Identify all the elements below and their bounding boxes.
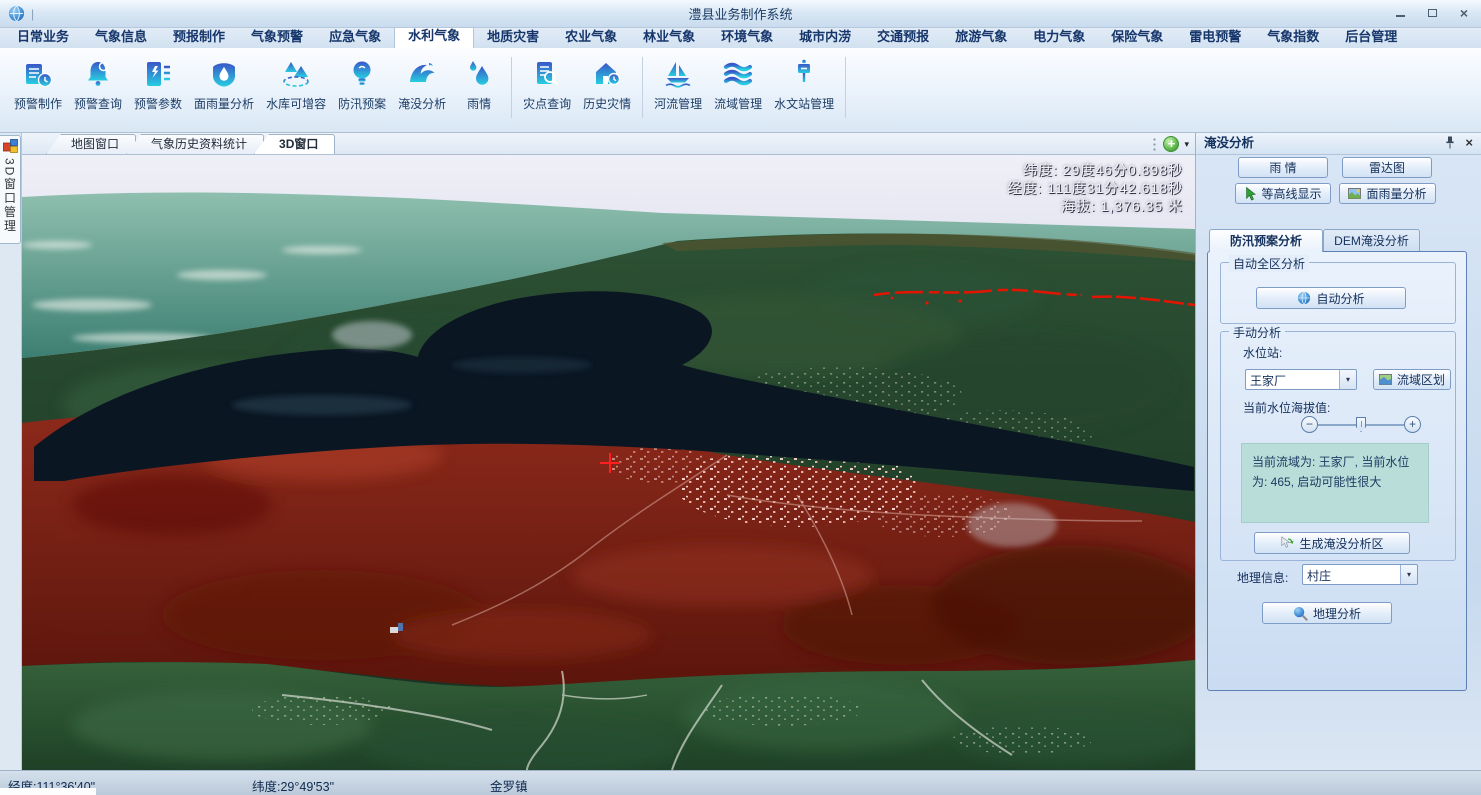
area-rainfall-panel-button[interactable]: 面雨量分析 xyxy=(1339,183,1436,204)
tab-flood-plan-analysis[interactable]: 防汛预案分析 xyxy=(1209,229,1323,252)
3d-window-manager-tab[interactable]: 3D窗口管理 xyxy=(0,135,21,244)
slider-thumb[interactable] xyxy=(1356,417,1366,432)
ribbon-disaster-point-query-button[interactable]: 灾点查询 xyxy=(517,55,577,115)
tabbar-grip-handle[interactable] xyxy=(1152,137,1158,152)
area-rainfall-icon xyxy=(208,58,240,90)
water-level-slider: − + xyxy=(1301,416,1421,433)
picture-icon xyxy=(1348,188,1361,199)
river-management-icon xyxy=(662,58,694,90)
ribbon-warning-create-button[interactable]: 预警制作 xyxy=(8,55,68,115)
station-select[interactable]: 王家厂 ▾ xyxy=(1245,369,1357,390)
tab-dem-submerge-analysis[interactable]: DEM淹没分析 xyxy=(1323,229,1420,252)
chevron-down-icon[interactable]: ▾ xyxy=(1400,565,1417,584)
ribbon-warning-query-button[interactable]: 预警查询 xyxy=(68,55,128,115)
add-tab-button[interactable]: + xyxy=(1163,136,1179,152)
statusbar: 经度:111°36'40" 纬度:29°49'53" 金罗镇 xyxy=(0,770,1481,795)
contour-display-button[interactable]: 等高线显示 xyxy=(1235,183,1331,204)
ribbon-submerge-analysis-button[interactable]: 淹没分析 xyxy=(392,55,452,115)
ribbon-area-rainfall-button[interactable]: 面雨量分析 xyxy=(188,55,260,115)
ribbon-group-separator xyxy=(845,57,846,118)
basin-management-icon xyxy=(722,58,754,90)
maximize-icon xyxy=(1428,9,1437,17)
submerge-analysis-panel: 淹没分析 × 雨 情 雷达图 等高线显示 面雨量分析 防汛预案分析 DEM淹没分… xyxy=(1195,133,1481,770)
latitude-readout: 纬度: 29度46分0.898秒 xyxy=(1008,162,1183,180)
panel-close-button[interactable]: × xyxy=(1465,136,1473,149)
ribbon-basin-management-button[interactable]: 流域管理 xyxy=(708,55,768,115)
ribbon-group-separator xyxy=(642,57,643,118)
3d-window-manager-label: 3D窗口管理 xyxy=(2,158,19,233)
window-maximize-button[interactable] xyxy=(1425,6,1439,20)
window-layers-icon xyxy=(3,139,18,153)
historical-disasters-icon xyxy=(591,58,623,90)
submerge-analysis-icon xyxy=(406,58,438,90)
window-minimize-button[interactable] xyxy=(1393,6,1407,20)
magnifier-sphere-icon xyxy=(1293,606,1308,621)
app-globe-icon xyxy=(8,5,25,22)
ribbon-hydrostation-management-button[interactable]: 水文站管理 xyxy=(768,55,840,115)
tab-map-window[interactable]: 地图窗口 xyxy=(46,134,136,154)
generate-submerge-area-button[interactable]: 生成淹没分析区 xyxy=(1254,532,1410,554)
panel-title: 淹没分析 xyxy=(1196,133,1481,155)
ribbon-historical-disasters-button[interactable]: 历史灾情 xyxy=(577,55,637,115)
rain-condition-icon xyxy=(463,58,495,90)
geo-info-select[interactable]: 村庄 ▾ xyxy=(1302,564,1418,585)
warning-query-icon xyxy=(82,58,114,90)
basin-zoning-button[interactable]: 流域区划 xyxy=(1373,369,1451,390)
analysis-result-text: 当前流域为: 王家厂, 当前水位为: 465, 启动可能性很大 xyxy=(1241,443,1429,523)
reservoir-capacity-icon xyxy=(280,58,312,90)
station-label: 水位站: xyxy=(1243,344,1282,361)
3d-terrain-render xyxy=(22,155,1195,770)
pointer-action-icon xyxy=(1280,536,1294,550)
coordinate-readout: 纬度: 29度46分0.898秒 经度: 111度31分42.618秒 海拔: … xyxy=(1008,162,1183,216)
status-town: 金罗镇 xyxy=(490,776,528,795)
ribbon-river-management-button[interactable]: 河流管理 xyxy=(648,55,708,115)
disaster-point-query-icon xyxy=(531,58,563,90)
ribbon-warning-params-button[interactable]: 预警参数 xyxy=(128,55,188,115)
radar-chart-button[interactable]: 雷达图 xyxy=(1342,157,1432,178)
globe-icon xyxy=(1297,291,1311,305)
geo-info-label: 地理信息: xyxy=(1237,569,1288,586)
document-area: 地图窗口 气象历史资料统计 3D窗口 + ▾ xyxy=(22,133,1195,770)
ribbon-toolbar: 预警制作 预警查询 预警参数 面雨量分析 水库可增容 防汛预案 淹没分析 雨情 … xyxy=(0,48,1481,133)
document-tab-bar: 地图窗口 气象历史资料统计 3D窗口 + ▾ xyxy=(22,133,1195,155)
window-title: 澧县业务制作系统 xyxy=(688,4,792,23)
slider-decrease-button[interactable]: − xyxy=(1301,416,1318,433)
auto-analyze-button[interactable]: 自动分析 xyxy=(1256,287,1406,309)
warning-params-icon xyxy=(142,58,174,90)
3d-terrain-viewport[interactable]: 纬度: 29度46分0.898秒 经度: 111度31分42.618秒 海拔: … xyxy=(22,155,1195,770)
window-close-button[interactable]: × xyxy=(1457,6,1471,20)
elevation-readout: 海拔: 1,376.35 米 xyxy=(1008,198,1183,216)
tab-list-dropdown-icon[interactable]: ▾ xyxy=(1184,139,1189,150)
titlebar-separator: | xyxy=(31,7,34,21)
pin-icon[interactable] xyxy=(1445,136,1455,149)
water-level-label: 当前水位海拔值: xyxy=(1243,399,1330,416)
rain-condition-panel-button[interactable]: 雨 情 xyxy=(1238,157,1328,178)
tab-3d-window[interactable]: 3D窗口 xyxy=(254,134,335,154)
bottom-corner-strip xyxy=(0,788,96,795)
titlebar: | 澧县业务制作系统 × xyxy=(0,0,1481,28)
status-latitude: 纬度:29°49'53" xyxy=(252,776,334,795)
ribbon-rain-condition-button[interactable]: 雨情 xyxy=(452,55,506,115)
ribbon-flood-plan-button[interactable]: 防汛预案 xyxy=(332,55,392,115)
ribbon-reservoir-capacity-button[interactable]: 水库可增容 xyxy=(260,55,332,115)
minimize-icon xyxy=(1396,15,1405,17)
flood-plan-icon xyxy=(346,58,378,90)
cursor-arrow-icon xyxy=(1244,187,1256,201)
longitude-readout: 经度: 111度31分42.618秒 xyxy=(1008,180,1183,198)
chevron-down-icon[interactable]: ▾ xyxy=(1339,370,1356,389)
geo-analysis-button[interactable]: 地理分析 xyxy=(1262,602,1392,624)
ribbon-group-separator xyxy=(511,57,512,118)
workspace: 3D窗口管理 地图窗口 气象历史资料统计 3D窗口 + ▾ xyxy=(0,133,1481,770)
hydrostation-management-icon xyxy=(788,58,820,90)
warning-create-icon xyxy=(22,58,54,90)
menubar: 日常业务 气象信息 预报制作 气象预警 应急气象 水利气象 地质灾害 农业气象 … xyxy=(0,28,1481,48)
left-dock-strip: 3D窗口管理 xyxy=(0,133,22,770)
tab-weather-history-stats[interactable]: 气象历史资料统计 xyxy=(126,134,264,154)
slider-increase-button[interactable]: + xyxy=(1404,416,1421,433)
map-thumbnail-icon xyxy=(1379,374,1392,385)
